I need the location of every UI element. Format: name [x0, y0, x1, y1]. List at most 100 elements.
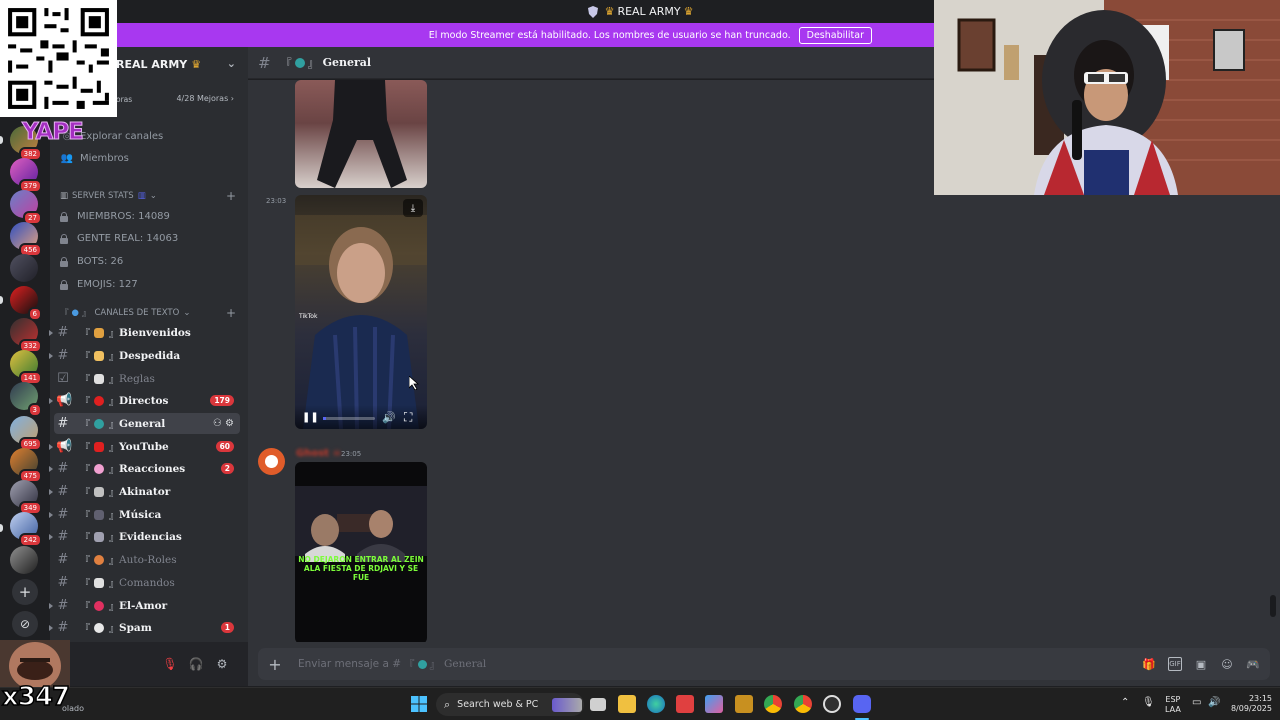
ms-store-icon[interactable] — [676, 695, 694, 713]
obs-icon[interactable] — [823, 695, 841, 713]
stat-channel[interactable]: EMOJIS: 127 — [60, 275, 138, 293]
add-channel-icon[interactable]: + — [226, 189, 236, 203]
channel-general[interactable]: # 『 』 General ⚇ ⚙ — [54, 413, 240, 434]
chart-icon: ▥ — [60, 191, 69, 201]
server-icon[interactable]: 3 — [10, 382, 42, 417]
server-icon[interactable]: 332 — [10, 318, 42, 353]
channel-name: Despedida — [119, 349, 181, 362]
tray-chevron-icon[interactable]: ⌃ — [1121, 698, 1129, 708]
message-author[interactable]: Ghost ☠ — [296, 448, 341, 459]
edge-browser-icon[interactable] — [647, 695, 665, 713]
server-icon[interactable]: 695 — [10, 416, 42, 451]
channel-musica[interactable]: # 『 』 Música — [49, 504, 240, 525]
video-progress-bar[interactable] — [323, 417, 375, 420]
video-player[interactable]: ⤓ TikTok ❚❚ 🔊 ⛶ — [295, 195, 427, 429]
download-icon[interactable]: ⤓ — [403, 199, 423, 217]
bracket-icon: 』 — [109, 397, 119, 408]
server-icon[interactable]: 379 — [10, 158, 42, 193]
bracket-icon: 』 — [109, 556, 119, 567]
lock-icon — [60, 233, 68, 244]
copilot-icon[interactable] — [705, 695, 723, 713]
gif-icon[interactable]: GIF — [1168, 657, 1182, 671]
chrome-icon[interactable] — [764, 695, 782, 713]
upload-plus-icon[interactable]: + — [262, 655, 288, 674]
category-label: CANALES DE TEXTO — [94, 308, 180, 318]
task-view-icon[interactable] — [590, 698, 606, 711]
message-input[interactable]: + Enviar mensaje a # 『 』 General 🎁 GIF ▣… — [258, 648, 1270, 680]
unread-arrow-icon — [49, 511, 53, 518]
category-server-stats[interactable]: ▥ SERVER STATS ▥ ⌄ — [60, 189, 157, 203]
channel-name: Auto-Roles — [119, 553, 177, 566]
gear-icon[interactable]: ⚙ — [225, 418, 234, 429]
network-icon[interactable]: ▭ — [1192, 698, 1201, 708]
megaphone-icon: 📢 — [56, 393, 73, 408]
video-attachment[interactable] — [295, 80, 427, 188]
hash-icon: # — [57, 620, 69, 635]
stat-channel[interactable]: BOTS: 26 — [60, 252, 123, 270]
disable-streamer-button[interactable]: Deshabilitar — [798, 26, 872, 44]
channel-auto-roles[interactable]: # 『 』 Auto-Roles — [54, 549, 240, 570]
bracket-icon: 『 — [80, 397, 90, 408]
server-icon[interactable]: 475 — [10, 448, 42, 483]
stat-channel[interactable]: GENTE REAL: 14063 — [60, 229, 178, 247]
bracket-icon: 』 — [109, 329, 119, 340]
server-icon[interactable]: 242 — [10, 512, 42, 547]
pause-icon[interactable]: ❚❚ — [302, 412, 319, 423]
channel-akinator[interactable]: # 『 』 Akinator — [49, 481, 240, 502]
channel-directos[interactable]: 📢 『 』 Directos 179 — [49, 390, 240, 411]
channel-despedida[interactable]: # 『 』 Despedida — [49, 345, 240, 366]
message-composer: + Enviar mensaje a # 『 』 General 🎁 GIF ▣… — [248, 642, 1280, 686]
chat-scrollbar[interactable] — [1270, 595, 1276, 617]
channel-youtube[interactable]: 📢 『 』 YouTube 60 — [49, 436, 240, 457]
fullscreen-icon[interactable]: ⛶ — [404, 410, 412, 425]
channel-el-amor[interactable]: # 『 』 El-Amor — [49, 595, 240, 616]
apps-gamepad-icon[interactable]: 🎮 — [1246, 657, 1260, 671]
clock[interactable]: 23:15 8/09/2025 — [1228, 694, 1272, 714]
add-channel-icon[interactable]: + — [226, 306, 236, 320]
server-icon[interactable]: 6 — [10, 286, 42, 321]
category-text-channels[interactable]: 『 ● 』 CANALES DE TEXTO ⌄ — [60, 306, 190, 320]
headphones-muted-icon[interactable]: 🎧 — [188, 656, 204, 672]
taskbar-search[interactable]: ⌕ Search web & PC — [436, 693, 584, 716]
game-app-icon[interactable] — [735, 695, 753, 713]
channel-evidencias[interactable]: # 『 』 Evidencias — [49, 526, 240, 547]
server-icon[interactable]: 349 — [10, 480, 42, 515]
discover-servers-button[interactable]: ⊘ — [12, 611, 38, 637]
mic-muted-icon[interactable]: 🎙 — [162, 656, 178, 672]
server-icon[interactable]: 27 — [10, 190, 42, 225]
file-explorer-icon[interactable] — [618, 695, 636, 713]
channel-reglas[interactable]: ☑ 『 』 Reglas — [54, 368, 240, 389]
stat-label: GENTE REAL: 14063 — [77, 232, 179, 244]
channel-title: 『 』 General — [281, 55, 372, 71]
volume-icon[interactable]: 🔊 — [382, 411, 396, 424]
sticker-icon[interactable]: ▣ — [1194, 657, 1208, 671]
windows-taskbar: ⌕ Search web & PC ⌃ 🎙 ESP LAA ▭ 🔊 23:15 … — [0, 687, 1280, 720]
category-label: SERVER STATS — [72, 191, 134, 201]
user-avatar[interactable] — [258, 448, 285, 475]
invite-icon[interactable]: ⚇ — [213, 418, 222, 429]
language-indicator[interactable]: ESP LAA — [1165, 695, 1181, 715]
server-icon[interactable] — [10, 254, 38, 282]
channel-bienvenidos[interactable]: # 『 』 Bienvenidos — [49, 322, 240, 343]
unread-arrow-icon — [49, 533, 53, 540]
members-link[interactable]: 👥 Miembros — [60, 149, 129, 167]
channel-reacciones[interactable]: # 『 』 Reacciones 2 — [49, 458, 240, 479]
channel-comandos[interactable]: # 『 』 Comandos — [54, 572, 240, 593]
gift-icon[interactable]: 🎁 — [1142, 657, 1156, 671]
add-server-button[interactable]: + — [12, 579, 38, 605]
channel-name: Evidencias — [119, 530, 182, 543]
video-attachment[interactable]: NO DEJARON ENTRAR AL ZEIN ALA FIESTA DE … — [295, 462, 427, 642]
emoji-icon[interactable]: ☺ — [1220, 657, 1234, 671]
chrome-profile-icon[interactable] — [794, 695, 812, 713]
stat-channel[interactable]: MIEMBROS: 14089 — [60, 207, 170, 225]
server-icon[interactable]: 456 — [10, 222, 42, 257]
volume-tray-icon[interactable]: 🔊 — [1208, 698, 1220, 708]
windows-start-icon[interactable] — [411, 696, 427, 712]
settings-gear-icon[interactable]: ⚙ — [214, 656, 230, 672]
microphone-tray-icon[interactable]: 🎙 — [1142, 698, 1155, 708]
server-icon[interactable]: 141 — [10, 350, 42, 385]
unread-arrow-icon — [49, 465, 53, 472]
discord-taskbar-icon[interactable] — [853, 695, 871, 713]
server-icon[interactable] — [10, 546, 38, 574]
channel-spam[interactable]: # 『 』 Spam 1 — [49, 617, 240, 638]
